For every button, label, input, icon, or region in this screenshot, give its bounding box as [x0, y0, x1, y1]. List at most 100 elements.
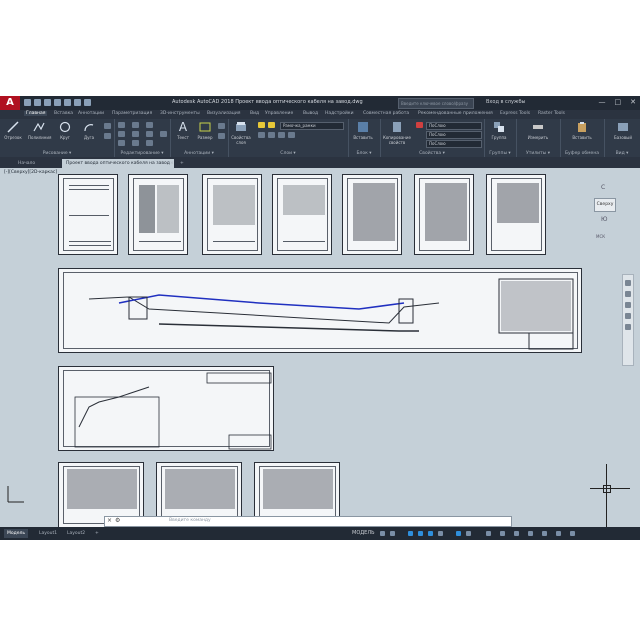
- tab-visualize[interactable]: Визуализация: [207, 111, 240, 116]
- save-as-icon[interactable]: [54, 99, 61, 106]
- annotation-scale-icon[interactable]: [456, 531, 461, 536]
- showmotion-icon[interactable]: [625, 324, 631, 330]
- rotate-icon[interactable]: [118, 131, 125, 137]
- steering-wheel-icon[interactable]: [625, 280, 631, 286]
- undo-icon[interactable]: [74, 99, 81, 106]
- tab-output[interactable]: Вывод: [303, 111, 318, 116]
- layer-lock-icon[interactable]: [288, 132, 295, 138]
- tab-collaborate[interactable]: Совместная работа: [363, 111, 409, 116]
- circle-tool[interactable]: Круг: [54, 121, 76, 140]
- osnap-icon[interactable]: [428, 531, 433, 536]
- arc-tool[interactable]: Дуга: [78, 121, 100, 140]
- tab-insert[interactable]: Вставка: [54, 111, 73, 116]
- command-line[interactable]: × ⚙ Введите команду: [104, 516, 512, 527]
- close-command-line-icon[interactable]: ×: [107, 517, 112, 524]
- login-button[interactable]: Вход в службы: [486, 99, 525, 105]
- tab-raster-tools[interactable]: Raster Tools: [538, 111, 565, 116]
- grid-icon[interactable]: [380, 531, 385, 536]
- viewcube-top-face[interactable]: Сверху: [594, 198, 616, 212]
- polar-icon[interactable]: [418, 531, 423, 536]
- new-icon[interactable]: [24, 99, 31, 106]
- measure-tool[interactable]: Измерить: [524, 121, 552, 140]
- viewcube[interactable]: С Сверху Ю МСК: [588, 182, 620, 239]
- insert-block-tool[interactable]: Вставить: [352, 121, 374, 140]
- maximize-icon[interactable]: □: [615, 98, 622, 106]
- tab-annotate[interactable]: Аннотации: [78, 111, 104, 116]
- close-icon[interactable]: ✕: [630, 98, 636, 106]
- redo-icon[interactable]: [84, 99, 91, 106]
- dimension-tool[interactable]: Размер: [194, 121, 216, 140]
- tab-start[interactable]: Начало: [14, 159, 39, 168]
- orbit-icon[interactable]: [625, 313, 631, 319]
- command-input[interactable]: Введите команду: [169, 518, 211, 523]
- tab-manage[interactable]: Управление: [265, 111, 293, 116]
- scale-icon[interactable]: [146, 140, 153, 146]
- paste-tool[interactable]: Вставить: [568, 121, 596, 140]
- zoom-icon[interactable]: [625, 302, 631, 308]
- ortho-icon[interactable]: [408, 531, 413, 536]
- autocad-logo-icon[interactable]: A: [0, 96, 20, 110]
- match-properties-tool[interactable]: Копирование свойств: [382, 121, 412, 145]
- erase-icon[interactable]: [146, 122, 153, 128]
- customization-icon[interactable]: [570, 531, 575, 536]
- stretch-icon[interactable]: [132, 140, 139, 146]
- wcs-menu[interactable]: МСК: [596, 234, 605, 239]
- quick-properties-icon[interactable]: [514, 531, 519, 536]
- drawing-canvas[interactable]: [-][Сверху][2D-каркас] С Сверху Ю МСК: [0, 168, 640, 528]
- layer-off-icon[interactable]: [278, 132, 285, 138]
- hatch-icon[interactable]: [104, 133, 111, 139]
- trim-icon[interactable]: [132, 122, 139, 128]
- color-dropdown[interactable]: ПоСлою: [426, 122, 482, 130]
- explode-icon[interactable]: [160, 131, 167, 137]
- text-tool[interactable]: A Текст: [172, 121, 194, 140]
- tab-3d-tools[interactable]: 3D-инструменты: [160, 111, 200, 116]
- units-icon[interactable]: [500, 531, 505, 536]
- tab-layout1[interactable]: Layout1: [36, 529, 60, 538]
- group-tool[interactable]: Группа: [488, 121, 510, 140]
- layer-freeze-icon[interactable]: [268, 122, 275, 128]
- tab-drawing[interactable]: Проект ввода оптического кабеля на завод: [62, 159, 174, 168]
- model-space-toggle[interactable]: МОДЕЛЬ: [352, 530, 375, 536]
- tab-layout2[interactable]: Layout2: [64, 529, 88, 538]
- layer-properties-tool[interactable]: Свойства слоя: [230, 121, 252, 145]
- linetype-dropdown[interactable]: ПоСлою: [426, 140, 482, 148]
- close-tab-icon[interactable]: ×: [168, 159, 176, 168]
- add-layout-icon[interactable]: +: [92, 529, 102, 538]
- annotation-visibility-icon[interactable]: [466, 531, 471, 536]
- fillet-icon[interactable]: [146, 131, 153, 137]
- base-view-tool[interactable]: Базовый: [610, 121, 636, 140]
- minimize-icon[interactable]: —: [599, 98, 606, 106]
- hardware-acceleration-icon[interactable]: [542, 531, 547, 536]
- search-input[interactable]: Введите ключевое слово/фразу: [398, 98, 474, 109]
- print-icon[interactable]: [64, 99, 71, 106]
- tab-parametric[interactable]: Параметризация: [112, 111, 152, 116]
- color-icon[interactable]: [416, 122, 423, 128]
- leader-icon[interactable]: [218, 123, 225, 129]
- copy-icon[interactable]: [118, 140, 125, 146]
- viewport-controls[interactable]: [-][Сверху][2D-каркас]: [4, 170, 57, 175]
- save-icon[interactable]: [44, 99, 51, 106]
- polyline-tool[interactable]: Полилиния: [28, 121, 51, 140]
- table-icon[interactable]: [218, 133, 225, 139]
- clean-screen-icon[interactable]: [556, 531, 561, 536]
- lineweight-dropdown[interactable]: ПоСлою: [426, 131, 482, 139]
- tab-model[interactable]: Модель: [4, 529, 29, 538]
- new-tab-icon[interactable]: +: [178, 159, 186, 168]
- tab-addins[interactable]: Надстройки: [325, 111, 354, 116]
- layer-on-icon[interactable]: [258, 122, 265, 128]
- tab-express-tools[interactable]: Express Tools: [500, 111, 530, 116]
- mirror-icon[interactable]: [132, 131, 139, 137]
- tab-view[interactable]: Вид: [250, 111, 259, 116]
- line-tool[interactable]: Отрезок: [2, 121, 24, 140]
- lineweight-icon[interactable]: [438, 531, 443, 536]
- layer-match-icon[interactable]: [268, 132, 275, 138]
- command-settings-icon[interactable]: ⚙: [115, 517, 120, 524]
- workspace-icon[interactable]: [486, 531, 491, 536]
- layer-isolate-icon[interactable]: [258, 132, 265, 138]
- layer-dropdown[interactable]: Рамочка_рамки: [280, 122, 344, 130]
- isolate-objects-icon[interactable]: [528, 531, 533, 536]
- tab-featured-apps[interactable]: Рекомендованные приложения: [418, 111, 493, 116]
- tab-home[interactable]: Главная: [24, 111, 48, 116]
- move-icon[interactable]: [118, 122, 125, 128]
- snap-icon[interactable]: [390, 531, 395, 536]
